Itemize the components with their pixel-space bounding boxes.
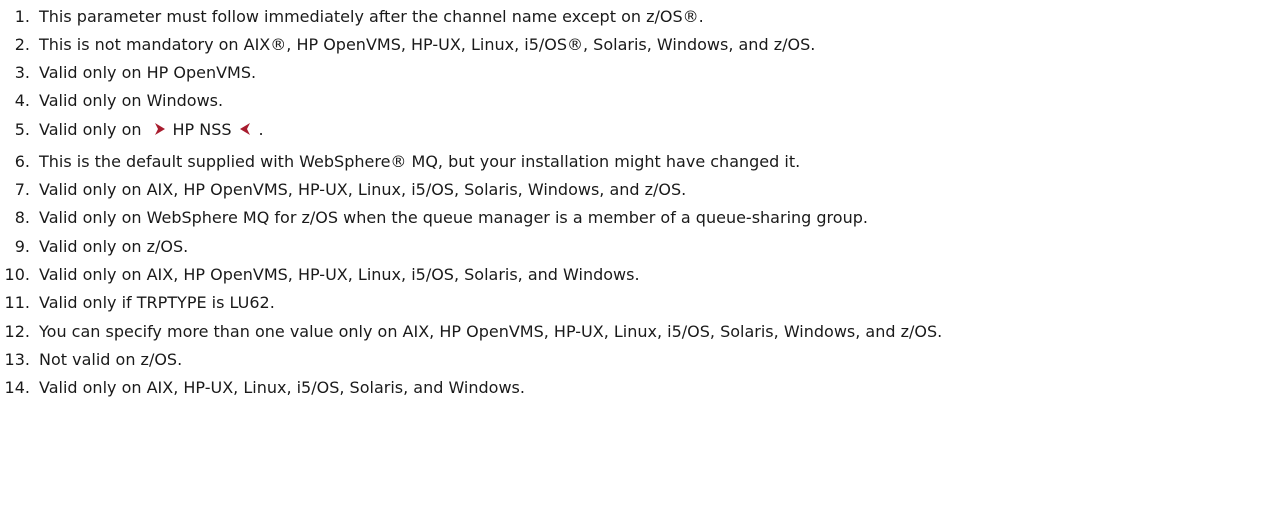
note-item: 1. This parameter must follow immediatel… bbox=[0, 5, 704, 29]
note-number: 13. bbox=[4, 350, 30, 369]
note-text: Valid only on HP NSS. bbox=[39, 118, 264, 142]
note-text: This is not mandatory on AIX®, HP OpenVM… bbox=[39, 35, 816, 54]
note-text: Valid only on AIX, HP OpenVMS, HP-UX, Li… bbox=[39, 180, 687, 199]
note-text: This is the default supplied with WebSph… bbox=[39, 152, 801, 171]
note-item: 3. Valid only on HP OpenVMS. bbox=[0, 61, 256, 85]
note-text: Valid only on Windows. bbox=[39, 91, 224, 110]
note-item: 12. You can specify more than one value … bbox=[0, 320, 943, 344]
note-number: 2. bbox=[14, 35, 30, 54]
marked-text: HP NSS bbox=[172, 120, 232, 139]
note-number: 14. bbox=[4, 378, 30, 397]
note-text: Valid only on AIX, HP OpenVMS, HP-UX, Li… bbox=[39, 265, 640, 284]
note-number: 11. bbox=[4, 293, 30, 312]
note-text: Valid only on HP OpenVMS. bbox=[39, 63, 257, 82]
note-number: 8. bbox=[14, 208, 30, 227]
note-item: 14. Valid only on AIX, HP-UX, Linux, i5/… bbox=[0, 376, 525, 400]
note-item: 4. Valid only on Windows. bbox=[0, 89, 223, 113]
note-number: 6. bbox=[14, 152, 30, 171]
note-number: 9. bbox=[14, 237, 30, 256]
note-number: 3. bbox=[14, 63, 30, 82]
change-end-arrow-icon bbox=[239, 123, 251, 135]
note-item: 8. Valid only on WebSphere MQ for z/OS w… bbox=[0, 206, 868, 230]
note-text: Valid only if TRPTYPE is LU62. bbox=[39, 293, 275, 312]
note-text: Valid only on AIX, HP-UX, Linux, i5/OS, … bbox=[39, 378, 525, 397]
note-number: 1. bbox=[14, 7, 30, 26]
note-number: 12. bbox=[4, 322, 30, 341]
note-text-after: . bbox=[258, 120, 264, 139]
change-start-arrow-icon bbox=[154, 123, 165, 135]
note-item: 10. Valid only on AIX, HP OpenVMS, HP-UX… bbox=[0, 263, 640, 287]
note-item: 2. This is not mandatory on AIX®, HP Ope… bbox=[0, 33, 816, 57]
note-number: 7. bbox=[14, 180, 30, 199]
note-item: 11. Valid only if TRPTYPE is LU62. bbox=[0, 291, 275, 315]
note-item: 13. Not valid on z/OS. bbox=[0, 348, 183, 372]
note-item: 5. Valid only on HP NSS. bbox=[0, 118, 264, 142]
note-item: 6. This is the default supplied with Web… bbox=[0, 150, 800, 174]
note-item: 7. Valid only on AIX, HP OpenVMS, HP-UX,… bbox=[0, 178, 687, 202]
note-text: This parameter must follow immediately a… bbox=[39, 7, 704, 26]
note-number: 5. bbox=[14, 120, 30, 139]
note-text: Valid only on WebSphere MQ for z/OS when… bbox=[39, 208, 868, 227]
note-number: 10. bbox=[4, 265, 30, 284]
note-item: 9. Valid only on z/OS. bbox=[0, 235, 188, 259]
note-text: Valid only on z/OS. bbox=[39, 237, 189, 256]
note-text: You can specify more than one value only… bbox=[39, 322, 943, 341]
note-text: Not valid on z/OS. bbox=[39, 350, 183, 369]
note-number: 4. bbox=[14, 91, 30, 110]
note-text-before: Valid only on bbox=[39, 120, 142, 139]
